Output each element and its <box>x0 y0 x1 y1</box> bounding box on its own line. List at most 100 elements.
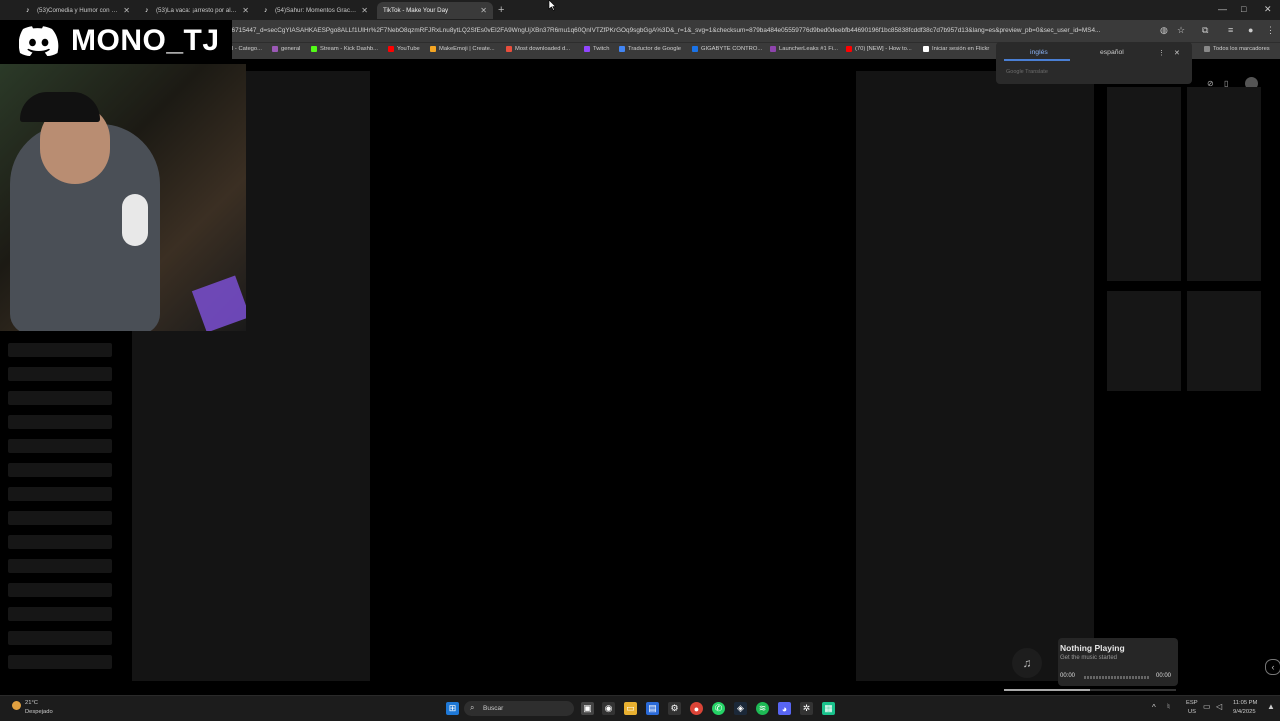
bookmark-item[interactable]: l - Catego... <box>232 46 262 52</box>
steam-icon[interactable]: ◈ <box>734 702 747 715</box>
music-title: Nothing Playing <box>1060 643 1125 653</box>
settings-icon[interactable]: ⚙ <box>668 702 681 715</box>
new-tab-button[interactable]: + <box>498 4 504 16</box>
target-language-tab[interactable]: español <box>1100 49 1124 56</box>
discord-overlay: MONO_TJ <box>0 20 232 64</box>
bookmark-item[interactable]: GIGABYTE CONTRO... <box>692 46 762 52</box>
whatsapp-icon[interactable]: ✆ <box>712 702 725 715</box>
youtube-icon <box>846 46 852 52</box>
clock-time[interactable]: 11:05 PM <box>1233 700 1257 706</box>
music-note-icon[interactable]: ♫ <box>1012 648 1042 678</box>
search-icon: ⌕ <box>470 703 475 712</box>
profile-icon[interactable]: ● <box>1248 25 1253 35</box>
region-indicator: US <box>1188 709 1197 715</box>
tab-4-active[interactable]: TikTok - Make Your Day ✕ <box>377 2 493 19</box>
close-window-button[interactable]: ✕ <box>1264 4 1272 15</box>
extensions-icon[interactable]: ⧉ <box>1202 25 1208 36</box>
bookmark-item[interactable]: general <box>272 46 300 52</box>
bookmark-item[interactable]: YouTube <box>388 46 420 52</box>
volume-icon[interactable]: ◁ <box>1216 702 1222 711</box>
close-tab-icon[interactable]: ✕ <box>242 6 249 15</box>
all-bookmarks-button[interactable]: Todos los marcadores <box>1204 46 1270 52</box>
file-explorer-icon[interactable]: ▭ <box>624 702 637 715</box>
weather-desc: Despejado <box>25 709 53 715</box>
all-bookmarks-label: Todos los marcadores <box>1213 46 1270 52</box>
video-player[interactable] <box>371 71 856 681</box>
clock-date: 9/4/2025 <box>1233 709 1256 715</box>
tab-title: TikTok - Make Your Day <box>383 7 449 14</box>
bookmark-item[interactable]: Stream - Kick Dashb... <box>311 46 378 52</box>
bookmark-favicon-icon <box>430 46 436 52</box>
maximize-button[interactable]: □ <box>1241 4 1246 14</box>
music-progress-track[interactable] <box>1084 676 1150 679</box>
network-icon[interactable]: ▭ <box>1203 702 1211 711</box>
music-widget[interactable]: Nothing Playing Get the music started 00… <box>1058 638 1178 686</box>
task-view-icon[interactable]: ▣ <box>581 702 594 715</box>
tab-1[interactable]: ♪ (53)Comedia y Humor con Sal ✕ <box>20 2 136 19</box>
discord-taskbar-icon[interactable]: ◕ <box>778 702 791 715</box>
close-tab-icon[interactable]: ✕ <box>480 6 487 15</box>
notification-bell-icon[interactable]: ▲ <box>1267 702 1275 711</box>
bookmark-label: (70) [NEW] - How to... <box>855 46 912 52</box>
close-icon[interactable]: ✕ <box>1174 49 1180 57</box>
grid-card <box>1187 181 1261 281</box>
google-translate-label: Google Translate <box>1006 69 1048 75</box>
bookmark-item[interactable]: MakeEmoji | Create... <box>430 46 495 52</box>
store-icon[interactable]: ▤ <box>646 702 659 715</box>
close-tab-icon[interactable]: ✕ <box>123 6 130 15</box>
tab-2[interactable]: ♪ (53)La vaca: ¡arresto por algo d ✕ <box>139 2 255 19</box>
skeleton-row <box>8 487 112 501</box>
bookmark-item[interactable]: LauncherLeaks #1 Fi... <box>770 46 838 52</box>
tab-title: (53)Comedia y Humor con Sal <box>37 7 120 14</box>
bookmark-favicon-icon <box>506 46 512 52</box>
menu-icon[interactable]: ⋮ <box>1266 25 1275 36</box>
translate-popup: inglés español ⋮ ✕ Google Translate <box>996 42 1192 84</box>
tab-title: (53)La vaca: ¡arresto por algo d <box>156 7 239 14</box>
bookmark-item[interactable]: Most downloaded d... <box>506 46 570 52</box>
bookmark-label: Traductor de Google <box>628 46 681 52</box>
skeleton-row <box>8 583 112 597</box>
google-translate-icon <box>619 46 625 52</box>
chevron-left-icon[interactable]: ‹ <box>1265 659 1280 675</box>
skeleton-row <box>8 631 112 645</box>
tab-3[interactable]: ♪ (54)Sahur: Momentos Graciosos ✕ <box>258 2 374 19</box>
microphone-icon[interactable]: ♮ <box>1167 702 1170 711</box>
app-icon[interactable]: ▦ <box>822 702 835 715</box>
bookmark-label: LauncherLeaks #1 Fi... <box>779 46 838 52</box>
bookmark-item[interactable]: Twitch <box>584 46 609 52</box>
weather-icon[interactable] <box>12 701 21 710</box>
translate-icon[interactable]: ◍ <box>1160 25 1168 36</box>
spotify-icon[interactable]: ≋ <box>756 702 769 715</box>
webcam-keyboard <box>191 275 246 331</box>
bookmark-label: Most downloaded d... <box>515 46 571 52</box>
bookmark-label: Stream - Kick Dashb... <box>320 46 378 52</box>
bookmark-label: l - Catego... <box>232 46 262 52</box>
source-language-tab[interactable]: inglés <box>1030 49 1048 56</box>
windows-start-icon[interactable]: ⊞ <box>446 702 459 715</box>
bookmark-star-icon[interactable]: ☆ <box>1177 25 1185 36</box>
obs-icon[interactable]: ◉ <box>602 702 615 715</box>
bookmark-label: general <box>281 46 301 52</box>
minimize-button[interactable]: — <box>1218 4 1227 14</box>
language-indicator[interactable]: ESP <box>1186 700 1198 706</box>
more-options-icon[interactable]: ⋮ <box>1158 49 1165 57</box>
media-icon[interactable]: ≡ <box>1228 25 1233 35</box>
music-time-start: 00:00 <box>1060 673 1076 679</box>
folder-icon <box>1204 46 1210 52</box>
close-tab-icon[interactable]: ✕ <box>361 6 368 15</box>
bookmark-label: MakeEmoji | Create... <box>439 46 495 52</box>
bookmark-item[interactable]: (70) [NEW] - How to... <box>846 46 912 52</box>
mouse-cursor-icon <box>548 0 556 11</box>
chrome-icon[interactable]: ● <box>690 702 703 715</box>
bookmark-label: GIGABYTE CONTRO... <box>701 46 763 52</box>
grid-card <box>1187 291 1261 391</box>
bookmark-favicon-icon <box>692 46 698 52</box>
address-bar[interactable]: 06715447_d=secCgYIASAHKAESPgo8ALLf1UIHr%… <box>228 23 1158 39</box>
bookmark-item[interactable]: Iniciar sesión en Flickr <box>923 46 989 52</box>
bookmark-item[interactable]: Traductor de Google <box>619 46 681 52</box>
tab-strip: ♪ (53)Comedia y Humor con Sal ✕ ♪ (53)La… <box>0 0 1280 20</box>
tiktok-icon: ♪ <box>26 7 30 14</box>
gear-app-icon[interactable]: ✲ <box>800 702 813 715</box>
taskbar-search[interactable]: ⌕ Buscar <box>464 701 574 716</box>
chevron-up-icon[interactable]: ^ <box>1152 703 1156 712</box>
